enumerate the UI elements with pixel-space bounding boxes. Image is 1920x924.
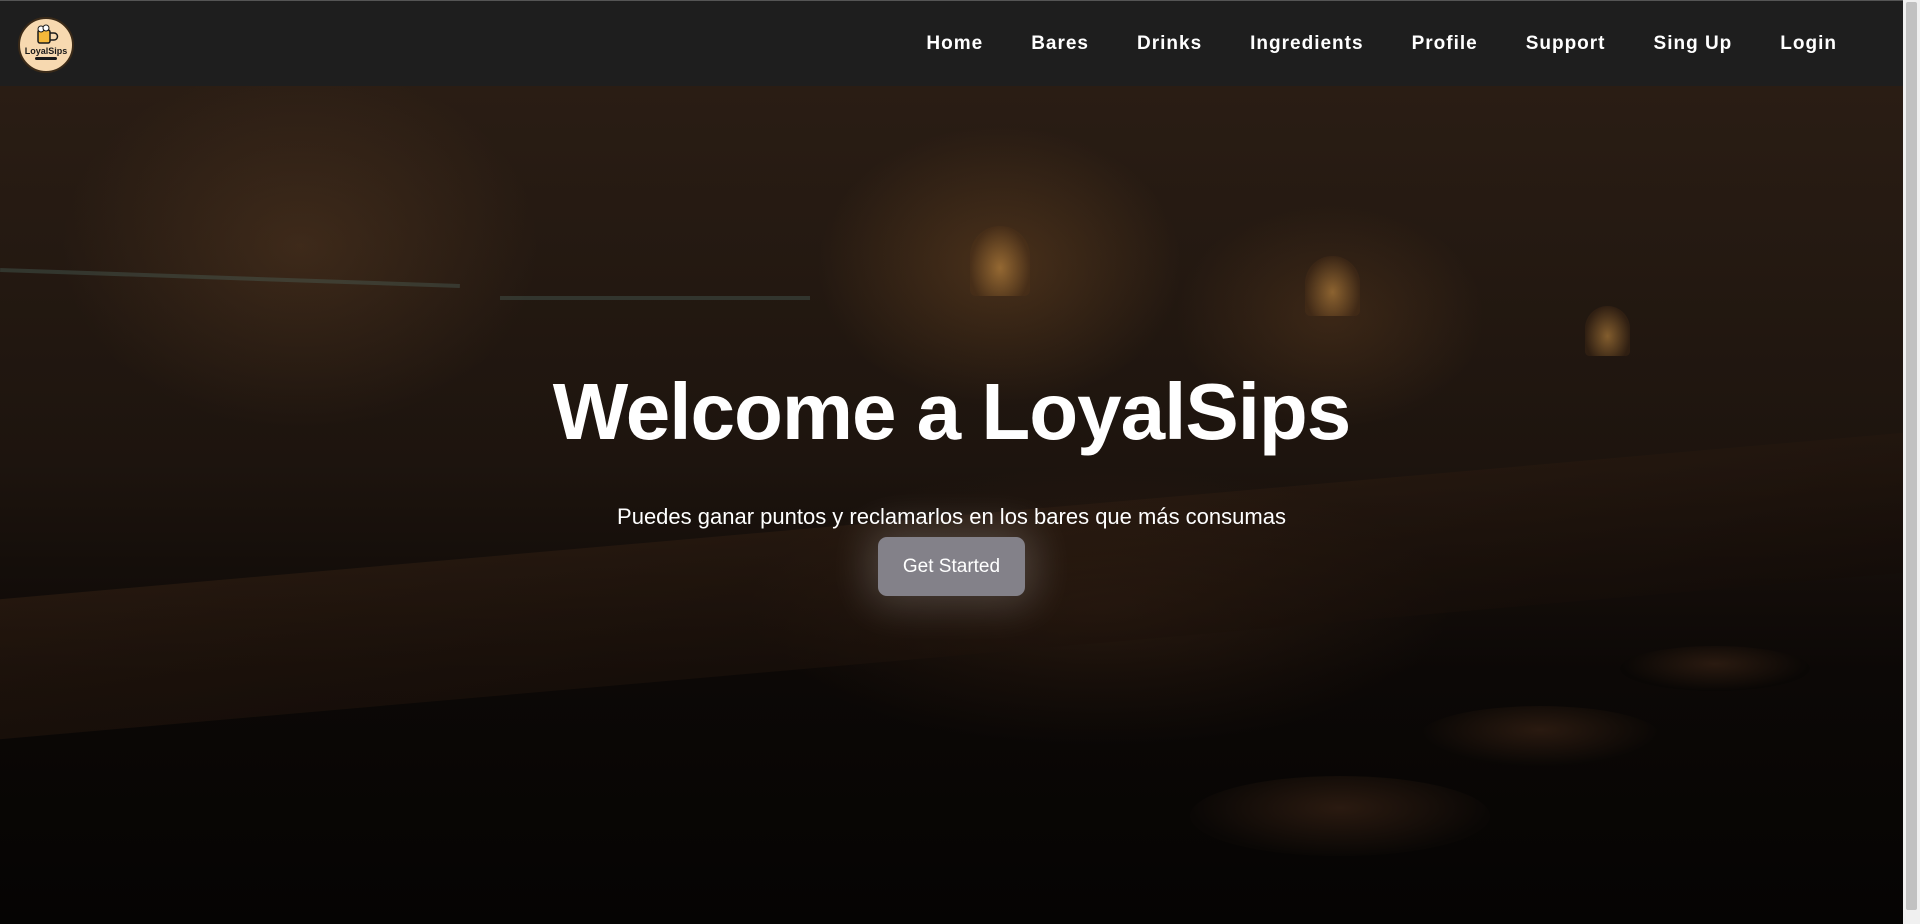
nav-sign-up[interactable]: Sing Up xyxy=(1630,33,1757,55)
scrollbar-thumb[interactable] xyxy=(1906,2,1917,910)
nav-ingredients[interactable]: Ingredients xyxy=(1226,33,1387,55)
nav-bares[interactable]: Bares xyxy=(1007,33,1113,55)
nav-drinks[interactable]: Drinks xyxy=(1113,33,1226,55)
hero-title: Welcome a LoyalSips xyxy=(552,367,1352,456)
logo[interactable]: LoyalSips xyxy=(18,17,74,73)
page: LoyalSips Home Bares Drinks Ingredients … xyxy=(0,0,1920,924)
hero-subtitle: Puedes ganar puntos y reclamarlos en los… xyxy=(617,504,1286,529)
nav-home[interactable]: Home xyxy=(902,33,1007,55)
logo-text: LoyalSips xyxy=(25,46,68,56)
hero-section: Welcome a LoyalSips Puedes ganar puntos … xyxy=(0,86,1903,924)
nav-login[interactable]: Login xyxy=(1756,33,1861,55)
page-scrollbar[interactable] xyxy=(1903,0,1920,924)
get-started-button[interactable]: Get Started xyxy=(878,537,1025,596)
navbar: LoyalSips Home Bares Drinks Ingredients … xyxy=(0,0,1903,86)
nav-profile[interactable]: Profile xyxy=(1388,33,1502,55)
beer-mug-icon: LoyalSips xyxy=(25,24,68,60)
nav-links: Home Bares Drinks Ingredients Profile Su… xyxy=(902,1,1861,87)
nav-support[interactable]: Support xyxy=(1502,33,1630,55)
